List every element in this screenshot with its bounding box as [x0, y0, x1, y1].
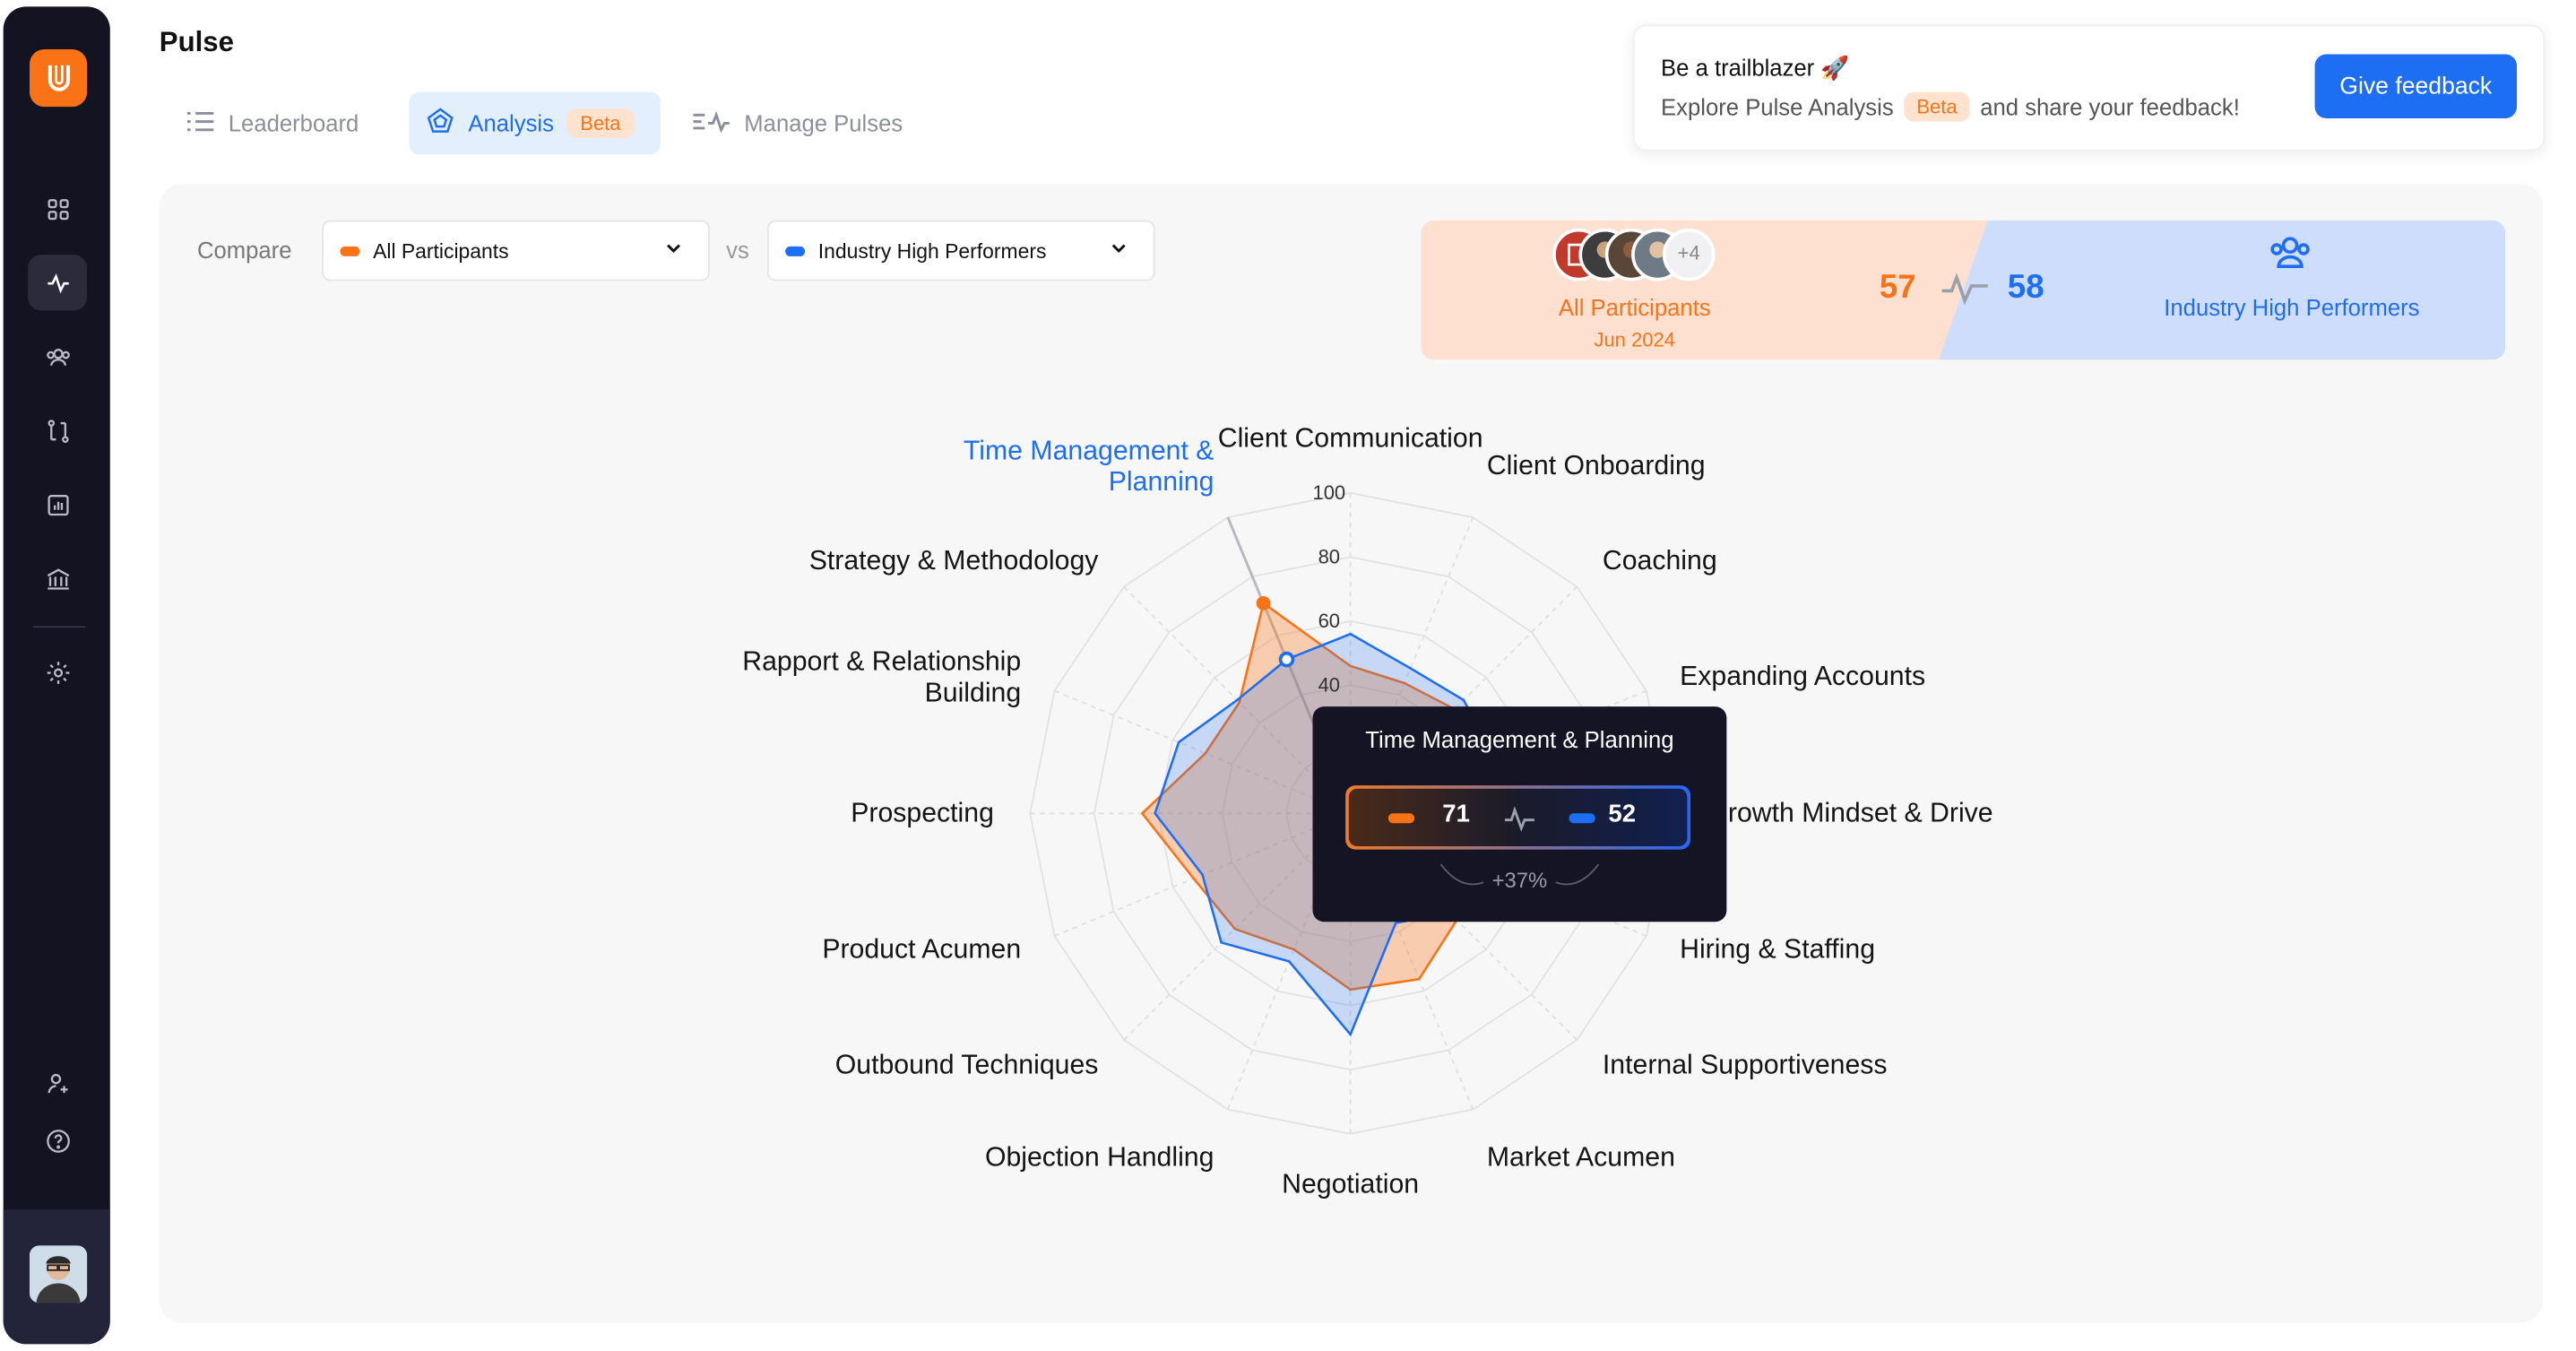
people-icon[interactable] [28, 329, 87, 385]
sidebar [3, 6, 110, 1345]
logo-icon[interactable] [29, 48, 88, 108]
axis-label: Client Communication [1218, 424, 1483, 454]
feedback-text-before: Explore Pulse Analysis [1661, 93, 1894, 120]
feedback-text-after: and share your feedback! [1980, 93, 2240, 120]
highlight-point [1278, 651, 1295, 668]
highlight-point [1256, 595, 1271, 611]
sidebar-divider [32, 626, 86, 628]
axis-label: Market Acumen [1487, 1142, 1675, 1172]
feedback-card: Be a trailblazer 🚀 Explore Pulse Analysi… [1632, 24, 2546, 152]
tick-label: 100 [1312, 481, 1345, 504]
chart-icon[interactable] [28, 477, 87, 533]
bank-icon[interactable] [28, 550, 87, 606]
pulse-edit-icon [692, 108, 731, 139]
feedback-subtitle: Explore Pulse Analysis Beta and share yo… [1661, 91, 2240, 122]
tab-manage-pulses[interactable]: Manage Pulses [675, 92, 919, 155]
axis-label: Internal Supportiveness [1603, 1051, 1888, 1080]
chart-tooltip: Time Management & Planning 71 52 +37% [1312, 706, 1727, 922]
gear-icon[interactable] [28, 644, 87, 699]
tab-label: Leaderboard [228, 109, 359, 137]
route-icon[interactable] [28, 403, 87, 458]
analysis-panel: Compare All Participants vs Industry Hig… [159, 184, 2544, 1323]
axis-label: Coaching [1603, 546, 1717, 576]
page-title: Pulse [159, 26, 234, 58]
tab-label: Manage Pulses [744, 109, 903, 137]
axis-label: Strategy & Methodology [809, 546, 1100, 576]
avatar[interactable] [29, 1245, 88, 1303]
profile-area [3, 1209, 110, 1345]
add-user-icon[interactable] [28, 1055, 87, 1111]
axis-label: Time Management & Planning [964, 436, 1215, 497]
list-icon [186, 109, 215, 137]
feedback-title: Be a trailblazer 🚀 [1661, 54, 1850, 81]
grid-icon[interactable] [28, 181, 87, 237]
axis-label: Negotiation [1282, 1170, 1419, 1199]
axis-label: Rapport & Relationship Building [742, 647, 1021, 708]
axis-label: Objection Handling [985, 1142, 1214, 1172]
beta-badge: Beta [566, 108, 635, 138]
axis-label: Product Acumen [822, 935, 1021, 965]
radar-icon [426, 106, 455, 140]
tab-label: Analysis [468, 109, 554, 137]
give-feedback-button[interactable]: Give feedback [2314, 54, 2518, 118]
axis-label: Client Onboarding [1487, 451, 1706, 481]
tick-label: 80 [1318, 546, 1340, 568]
axis-label: Outbound Techniques [835, 1051, 1099, 1080]
tooltip-change: +37% [1491, 867, 1548, 893]
axis-label: Growth Mindset & Drive [1707, 798, 1993, 827]
beta-badge: Beta [1903, 91, 1971, 122]
axis-label: Prospecting [851, 798, 994, 827]
tick-label: 60 [1318, 610, 1340, 632]
help-icon[interactable] [28, 1113, 87, 1168]
pulse-icon[interactable] [28, 255, 88, 311]
tab-leaderboard[interactable]: Leaderboard [169, 92, 376, 155]
axis-label: Expanding Accounts [1680, 662, 1925, 691]
tab-analysis[interactable]: Analysis Beta [409, 91, 661, 155]
tick-label: 40 [1318, 674, 1340, 697]
axis-label: Hiring & Staffing [1680, 935, 1875, 965]
